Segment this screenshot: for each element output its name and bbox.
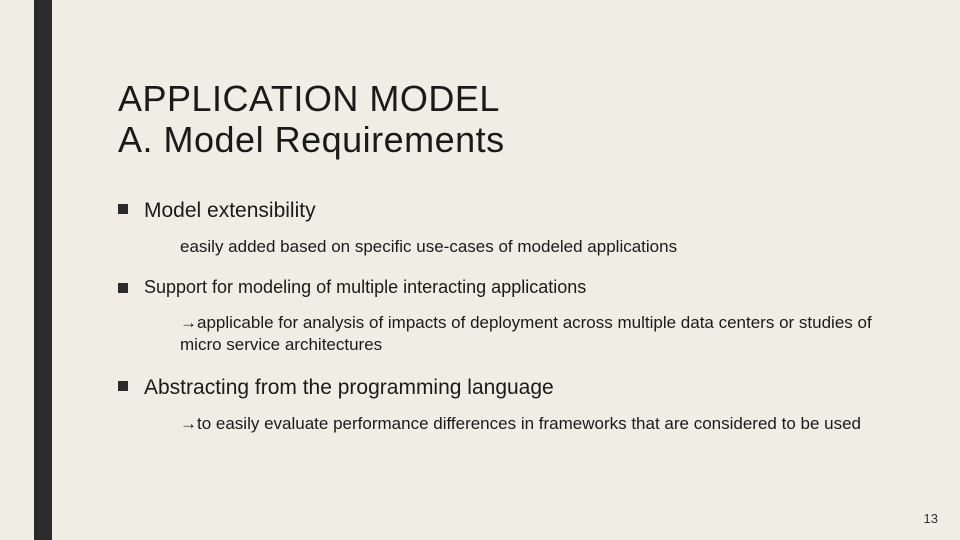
square-bullet-icon	[118, 204, 128, 214]
bullet-label: Abstracting from the programming languag…	[144, 374, 554, 401]
bullet-item: Abstracting from the programming languag…	[118, 374, 908, 401]
title-line-2: A. Model Requirements	[118, 119, 908, 160]
slide-content: APPLICATION MODEL A. Model Requirements …	[118, 78, 908, 453]
square-bullet-icon	[118, 283, 128, 293]
accent-bar	[34, 0, 52, 540]
page-number: 13	[924, 511, 938, 526]
bullet-label: Support for modeling of multiple interac…	[144, 276, 586, 299]
bullet-item: Model extensibility	[118, 197, 908, 224]
bullet-detail: easily added based on specific use-cases…	[180, 236, 900, 258]
bullet-list: Model extensibility easily added based o…	[118, 197, 908, 435]
bullet-detail: →applicable for analysis of impacts of d…	[180, 312, 900, 356]
bullet-detail: →to easily evaluate performance differen…	[180, 413, 900, 435]
bullet-item: Support for modeling of multiple interac…	[118, 276, 908, 299]
bullet-label: Model extensibility	[144, 197, 316, 224]
square-bullet-icon	[118, 381, 128, 391]
title-line-1: APPLICATION MODEL	[118, 78, 908, 119]
